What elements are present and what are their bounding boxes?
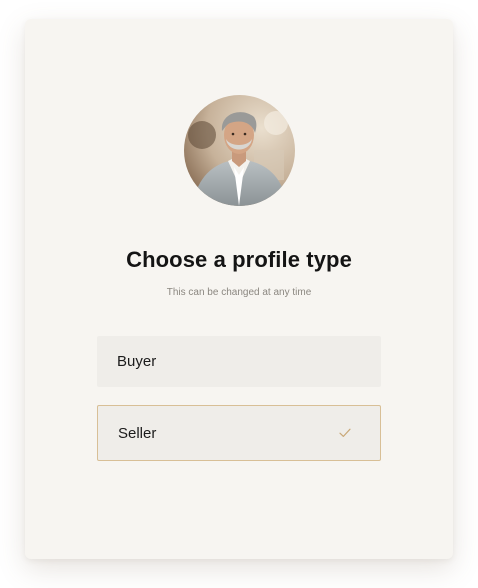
option-buyer-label: Buyer — [117, 353, 157, 370]
page-subtitle: This can be changed at any time — [166, 287, 312, 298]
page-title: Choose a profile type — [126, 247, 352, 272]
avatar — [184, 95, 295, 206]
avatar-photo — [184, 95, 295, 206]
option-seller[interactable]: Seller — [97, 405, 381, 461]
option-buyer[interactable]: Buyer — [97, 336, 381, 387]
option-seller-label: Seller — [118, 424, 157, 442]
profile-type-card: Choose a profile type This can be change… — [25, 19, 453, 559]
check-icon — [338, 426, 352, 440]
